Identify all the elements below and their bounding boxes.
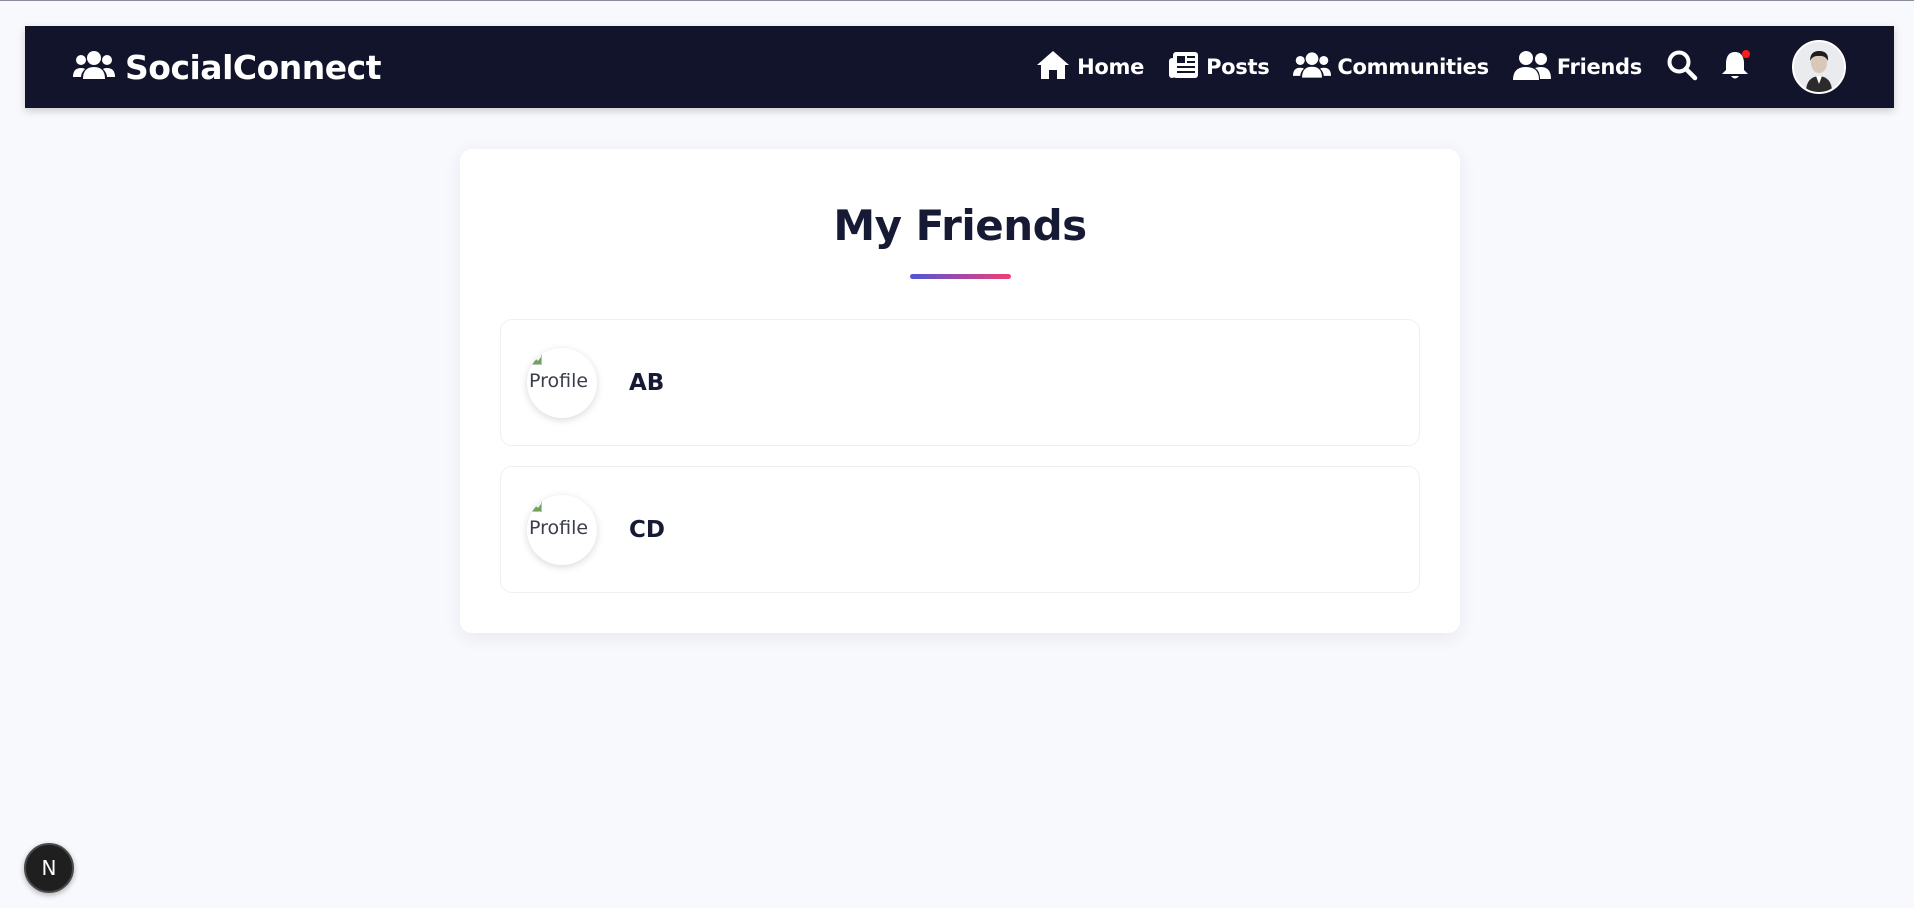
nav-link-communities-label: Communities	[1337, 55, 1489, 79]
nextjs-badge-label: N	[41, 856, 57, 880]
top-navbar: SocialConnect Home Posts Communities Fri…	[25, 26, 1894, 108]
notifications-button[interactable]	[1720, 49, 1750, 85]
nav-link-home[interactable]: Home	[1035, 49, 1144, 86]
nav-links: Home Posts Communities Friends	[1035, 26, 1894, 108]
newspaper-icon	[1168, 50, 1200, 85]
home-icon	[1035, 49, 1071, 86]
friend-name: AB	[629, 369, 665, 396]
nav-link-posts-label: Posts	[1206, 55, 1270, 79]
profile-image-alt: Profile	[529, 516, 589, 539]
friend-item[interactable]: Profile CD	[500, 466, 1420, 593]
title-underline	[910, 274, 1011, 279]
search-icon	[1666, 49, 1698, 85]
nav-link-friends-label: Friends	[1556, 55, 1642, 79]
user-friends-icon	[1512, 50, 1551, 85]
friend-name: CD	[629, 516, 665, 543]
friend-profile-image: Profile	[527, 347, 597, 418]
friend-item[interactable]: Profile AB	[500, 319, 1420, 446]
users-icon	[73, 49, 115, 85]
notification-dot	[1742, 50, 1750, 58]
friend-profile-image: Profile	[527, 494, 597, 565]
nav-link-friends[interactable]: Friends	[1512, 50, 1642, 85]
brand-logo[interactable]: SocialConnect	[73, 26, 382, 108]
user-avatar[interactable]	[1792, 40, 1846, 94]
nextjs-dev-badge[interactable]: N	[24, 843, 74, 893]
profile-image-alt: Profile	[529, 369, 589, 392]
search-button[interactable]	[1666, 49, 1698, 85]
page-title: My Friends	[833, 201, 1087, 250]
broken-image-icon	[530, 499, 542, 512]
broken-image-icon	[530, 352, 542, 365]
brand-name: SocialConnect	[125, 47, 382, 87]
nav-link-communities[interactable]: Communities	[1293, 50, 1489, 85]
friends-card: My Friends Profile AB Profile CD	[460, 149, 1460, 633]
users-icon	[1293, 50, 1332, 85]
nav-link-posts[interactable]: Posts	[1168, 50, 1270, 85]
nav-link-home-label: Home	[1077, 55, 1145, 79]
window-top-border	[0, 0, 1914, 1]
